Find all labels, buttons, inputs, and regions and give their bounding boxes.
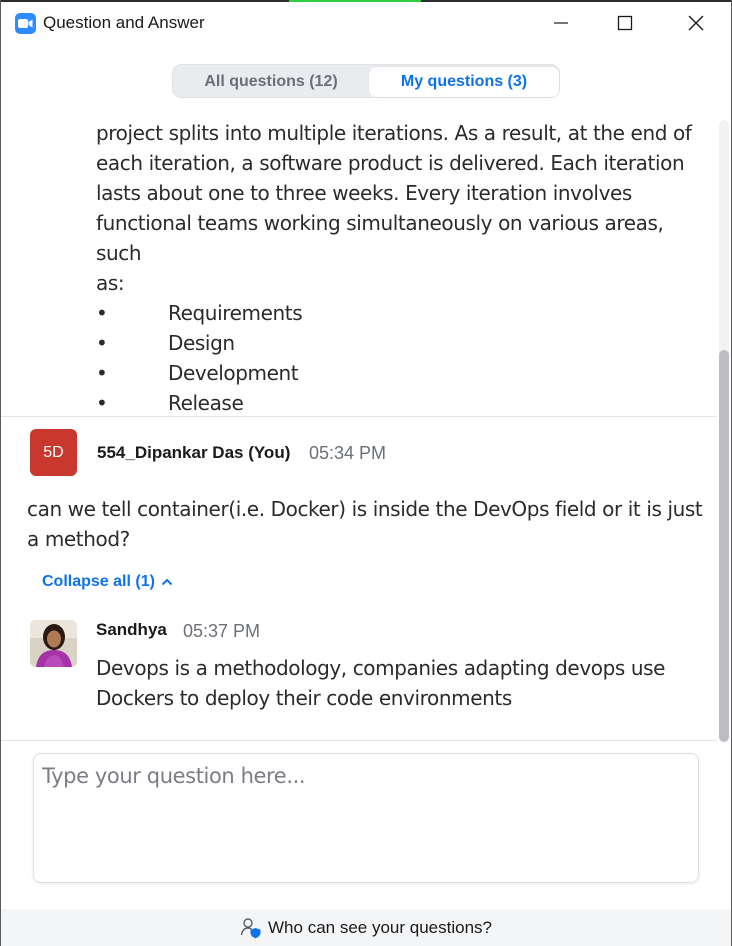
minimize-icon bbox=[554, 22, 568, 24]
scrollbar[interactable] bbox=[717, 112, 731, 742]
question-time: 05:34 PM bbox=[309, 443, 387, 463]
question-input-container[interactable] bbox=[33, 753, 699, 883]
bullet-item: • Development bbox=[96, 358, 696, 388]
title-bar[interactable]: Question and Answer bbox=[1, 2, 731, 46]
bullet-symbol: • bbox=[96, 331, 108, 355]
answer-line: as: bbox=[96, 271, 125, 295]
question-filter-tabs: All questions (12) My questions (3) bbox=[172, 64, 560, 98]
avatar bbox=[30, 620, 77, 667]
maximize-icon bbox=[617, 15, 633, 31]
collapse-all-button[interactable]: Collapse all (1) bbox=[42, 573, 173, 591]
window-title: Question and Answer bbox=[43, 13, 205, 32]
question-author: 554_Dipankar Das (You) bbox=[97, 443, 291, 462]
answer-line: lasts about one to three weeks. Every it… bbox=[96, 181, 632, 205]
bullet-symbol: • bbox=[96, 391, 108, 415]
questions-list[interactable]: project splits into multiple iterations.… bbox=[1, 112, 717, 738]
maximize-button[interactable] bbox=[602, 2, 648, 44]
tab-my-questions[interactable]: My questions (3) bbox=[369, 67, 559, 97]
answer-text: Devops is a methodology, companies adapt… bbox=[96, 656, 666, 710]
question-input[interactable] bbox=[42, 764, 682, 872]
chevron-up-icon bbox=[161, 578, 173, 586]
answer-line: each iteration, a software product is de… bbox=[96, 151, 685, 175]
privacy-info-link[interactable]: Who can see your questions? bbox=[1, 909, 731, 946]
zoom-camera-icon bbox=[15, 13, 36, 34]
avatar: 5D bbox=[30, 429, 77, 476]
close-button[interactable] bbox=[673, 2, 719, 44]
bullet-text: Development bbox=[168, 361, 299, 385]
answer-time: 05:37 PM bbox=[183, 621, 261, 641]
bullet-item: • Requirements bbox=[96, 298, 696, 328]
bullet-text: Requirements bbox=[168, 301, 303, 325]
answer-line: project splits into multiple iterations.… bbox=[96, 121, 692, 145]
tab-all-questions[interactable]: All questions (12) bbox=[175, 67, 367, 97]
collapse-all-label: Collapse all (1) bbox=[42, 573, 155, 590]
minimize-button[interactable] bbox=[538, 2, 584, 44]
user-photo-icon bbox=[30, 620, 77, 667]
bullet-item: • Release bbox=[96, 388, 696, 418]
close-icon bbox=[688, 15, 704, 31]
scrollbar-thumb[interactable] bbox=[719, 350, 729, 742]
bullet-symbol: • bbox=[96, 361, 108, 385]
bullet-symbol: • bbox=[96, 301, 108, 325]
answer-line: functional teams working simultaneously … bbox=[96, 211, 664, 265]
bullet-text: Design bbox=[168, 331, 235, 355]
bullet-text: Release bbox=[168, 391, 244, 415]
user-shield-icon bbox=[240, 917, 261, 938]
privacy-info-label: Who can see your questions? bbox=[268, 917, 492, 937]
question-text: can we tell container(i.e. Docker) is in… bbox=[27, 497, 703, 551]
divider bbox=[1, 416, 717, 417]
bullet-item: • Design bbox=[96, 328, 696, 358]
divider bbox=[1, 740, 717, 741]
previous-answer-text: project splits into multiple iterations.… bbox=[96, 118, 696, 418]
qa-window: Question and Answer All questions (12) M… bbox=[0, 0, 732, 946]
answer-author: Sandhya bbox=[96, 620, 167, 639]
